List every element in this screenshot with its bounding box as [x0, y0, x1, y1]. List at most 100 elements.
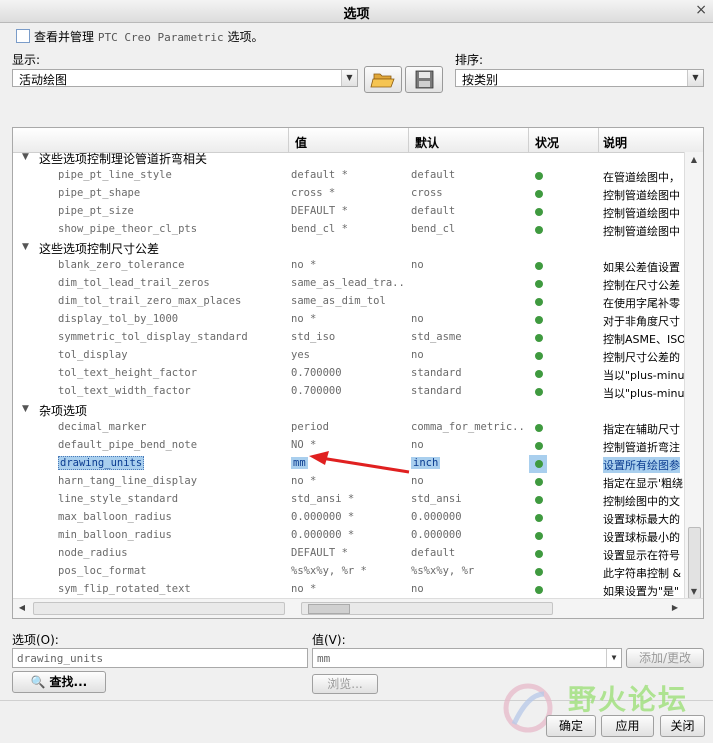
cell-desc: 对于非角度尺寸	[603, 315, 680, 328]
cell-default: default	[411, 547, 456, 559]
chevron-down-icon[interactable]: ▼	[606, 649, 621, 667]
sort-value: 按类别	[462, 73, 499, 87]
collapse-triangle-icon[interactable]: ▼	[22, 152, 29, 162]
cell-name: dim_tol_lead_trail_zeros	[58, 277, 210, 289]
table-row[interactable]: show_pipe_theor_cl_pts bend_cl * bend_cl 控制…	[13, 221, 685, 239]
table-row[interactable]: tol_display yes no 控制尺寸公差的	[13, 347, 685, 365]
table-row[interactable]: max_balloon_radius 0.000000 * 0.000000 设置球标…	[13, 509, 685, 527]
group-title: 杂项选项	[39, 404, 88, 418]
cell-default: cross	[411, 187, 443, 199]
folder-open-icon	[370, 73, 395, 88]
table-row[interactable]: dim_tol_trail_zero_max_places same_as_dim…	[13, 293, 685, 311]
table-row[interactable]: pos_loc_format %s%x%y, %r * %s%x%y, %r 此字符串…	[13, 563, 685, 581]
horizontal-scrollbar[interactable]: ◀ ▶	[13, 598, 703, 618]
options-table[interactable]: 值 默认 状况 说明 ▼ 这些选项控制理论管道折弯相关 pipe_pt_line_s…	[12, 127, 704, 619]
status-ok-icon	[535, 190, 543, 198]
table-row[interactable]: pipe_pt_size DEFAULT * default 控制管道绘图中	[13, 203, 685, 221]
cell-value: 0.700000	[291, 367, 342, 379]
table-row[interactable]: display_tol_by_1000 no * no 对于非角度尺寸	[13, 311, 685, 329]
table-row[interactable]: node_radius DEFAULT * default 设置显示在符号	[13, 545, 685, 563]
table-row[interactable]: sym_flip_rotated_text no * no 如果设置为"是"	[13, 581, 685, 599]
group-row[interactable]: ▼ 杂项选项	[13, 401, 685, 419]
status-ok-icon	[535, 478, 543, 486]
manage-options-checkbox[interactable]	[16, 29, 30, 43]
close-icon[interactable]: ×	[695, 2, 707, 18]
status-ok-icon	[535, 208, 543, 216]
table-row[interactable]: tol_text_width_factor 0.700000 standard 当以"…	[13, 383, 685, 401]
table-row[interactable]: min_balloon_radius 0.000000 * 0.000000 设置球标…	[13, 527, 685, 545]
cell-value: default *	[291, 169, 348, 181]
cell-desc: 设置所有绘图参	[603, 457, 680, 473]
browse-button[interactable]: 浏览...	[312, 674, 378, 694]
manage-options-label: 查看并管理 PTC Creo Parametric 选项。	[34, 30, 264, 44]
cell-value: no *	[291, 259, 317, 271]
table-row[interactable]: decimal_marker period comma_for_metric... 指…	[13, 419, 685, 437]
open-config-button[interactable]	[364, 66, 402, 93]
table-row[interactable]: line_style_standard std_ansi * std_ansi 控制绘…	[13, 491, 685, 509]
ok-button[interactable]: 确定	[546, 715, 596, 737]
table-row[interactable]: tol_text_height_factor 0.700000 standard 当以…	[13, 365, 685, 383]
horizontal-scroll-track-left[interactable]	[33, 602, 285, 615]
cell-value: same_as_lead_tra...	[291, 277, 406, 289]
scroll-right-icon[interactable]: ▶	[668, 601, 682, 615]
find-button[interactable]: 🔍 查找...	[12, 671, 106, 693]
cell-desc: 设置球标最小的	[603, 531, 680, 544]
scroll-left-icon[interactable]: ◀	[15, 601, 29, 615]
cell-default: no	[411, 313, 424, 325]
scroll-up-icon[interactable]: ▲	[687, 153, 701, 167]
cell-desc: 在管道绘图中，	[603, 171, 680, 184]
table-row[interactable]: symmetric_tol_display_standard std_iso std…	[13, 329, 685, 347]
cell-default: inch	[411, 457, 441, 469]
collapse-triangle-icon[interactable]: ▼	[22, 404, 29, 414]
chevron-down-icon: ▼	[341, 70, 357, 86]
cell-desc: 此字符串控制 &	[603, 567, 682, 580]
close-button[interactable]: 关闭	[660, 715, 705, 737]
cell-name: harn_tang_line_display	[58, 475, 198, 487]
cell-name: node_radius	[58, 547, 128, 559]
collapse-triangle-icon[interactable]: ▼	[22, 242, 29, 252]
cell-value: std_ansi *	[291, 493, 355, 505]
sort-select[interactable]: 按类别 ▼	[455, 69, 704, 87]
cell-name: line_style_standard	[58, 493, 179, 505]
cell-name: dim_tol_trail_zero_max_places	[58, 295, 242, 307]
add-change-button[interactable]: 添加/更改	[626, 648, 704, 668]
status-ok-icon	[535, 388, 543, 396]
cell-value: %s%x%y, %r *	[291, 565, 367, 577]
cell-default: no	[411, 349, 424, 361]
cell-default: std_asme	[411, 331, 462, 343]
cell-value: no *	[291, 583, 317, 595]
vertical-scrollbar[interactable]: ▲ ▼	[684, 152, 703, 600]
table-row[interactable]: pipe_pt_line_style default * default 在管道绘图中…	[13, 167, 685, 185]
status-ok-icon	[535, 514, 543, 522]
scroll-down-icon[interactable]: ▼	[687, 585, 701, 599]
horizontal-scroll-thumb[interactable]	[308, 604, 350, 614]
apply-button[interactable]: 应用	[601, 715, 654, 737]
cell-value: period	[291, 421, 329, 433]
cell-default: 0.000000	[411, 529, 462, 541]
status-ok-icon	[535, 460, 543, 468]
cell-desc: 当以"plus-minu	[603, 369, 685, 382]
cell-desc: 如果设置为"是"	[603, 585, 680, 598]
cell-name: pipe_pt_size	[58, 205, 134, 217]
save-config-button[interactable]	[405, 66, 443, 93]
cell-desc: 控制管道绘图中	[603, 207, 680, 220]
cell-desc: 设置显示在符号	[603, 549, 680, 562]
status-ok-icon	[535, 424, 543, 432]
window-title: 选项	[343, 7, 370, 22]
option-name-field[interactable]: drawing_units	[12, 648, 308, 668]
table-row[interactable]: pipe_pt_shape cross * cross 控制管道绘图中	[13, 185, 685, 203]
option-value-field[interactable]: mm ▼	[312, 648, 622, 668]
status-ok-icon	[535, 370, 543, 378]
group-row[interactable]: ▼ 这些选项控制尺寸公差	[13, 239, 685, 257]
display-select[interactable]: 活动绘图 ▼	[12, 69, 358, 87]
status-ok-icon	[535, 550, 543, 558]
annotation-arrow-icon	[309, 451, 410, 474]
cell-default: no	[411, 259, 424, 271]
horizontal-scroll-track-mid[interactable]	[301, 602, 553, 615]
table-row[interactable]: blank_zero_tolerance no * no 如果公差值设置	[13, 257, 685, 275]
table-row[interactable]: dim_tol_lead_trail_zeros same_as_lead_tra…	[13, 275, 685, 293]
group-row[interactable]: ▼ 这些选项控制理论管道折弯相关	[13, 149, 685, 167]
search-icon: 🔍	[30, 675, 46, 689]
cell-name: default_pipe_bend_note	[58, 439, 198, 451]
cell-desc: 当以"plus-minu	[603, 387, 685, 400]
